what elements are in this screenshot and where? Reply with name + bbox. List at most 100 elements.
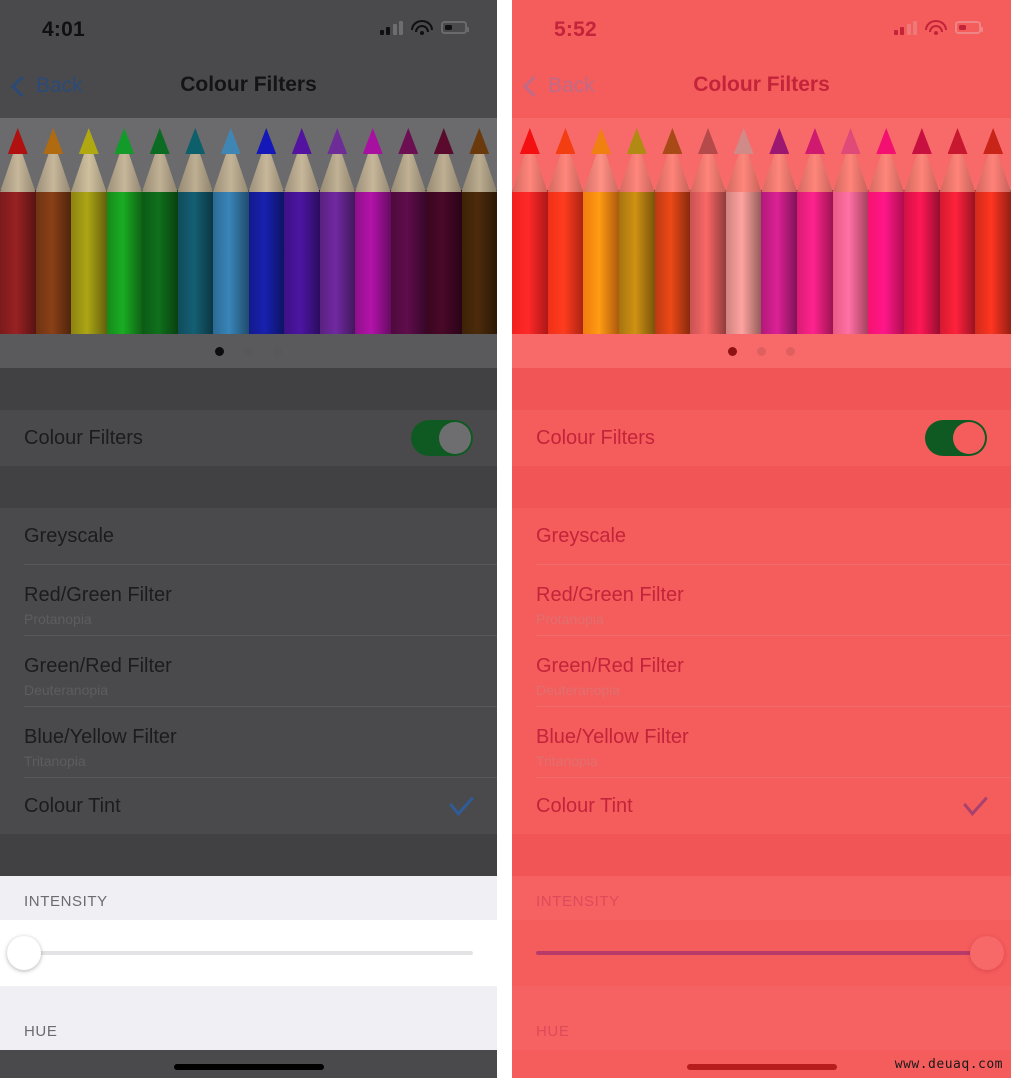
battery-icon	[441, 21, 469, 34]
pencil-10	[319, 118, 355, 368]
section-gap-mid	[512, 466, 1011, 508]
pencil-tip	[114, 128, 135, 154]
wifi-icon	[925, 20, 947, 35]
pencil-2	[35, 118, 71, 368]
status-bar-time: 4:01	[42, 18, 85, 41]
pencil-tip	[626, 128, 647, 154]
pencil-12	[390, 118, 426, 368]
pencil-4	[106, 118, 142, 368]
page-dot-1[interactable]	[215, 346, 224, 356]
pencil-9	[797, 118, 833, 368]
pencil-tip	[469, 128, 490, 154]
battery-level	[958, 24, 966, 31]
home-indicator-bar	[0, 1050, 497, 1078]
slider-section-label: INTENSITY	[536, 893, 620, 910]
pencil-tip	[78, 128, 99, 154]
pencil-14	[975, 118, 1011, 368]
checkmark-icon	[449, 788, 477, 816]
filter-option-row[interactable]: Blue/Yellow Filter Tritanopia	[512, 707, 1011, 777]
filter-option-row[interactable]: Green/Red Filter Deuteranopia	[0, 636, 497, 706]
filter-option-title: Red/Green Filter	[536, 583, 684, 606]
slider-fill	[536, 951, 987, 955]
pencil-tip	[947, 128, 968, 154]
pencil-tip	[43, 128, 64, 154]
slider-track[interactable]	[7, 936, 473, 970]
slider-section-header: INTENSITY	[512, 876, 1011, 920]
filter-option-row[interactable]: Green/Red Filter Deuteranopia	[512, 636, 1011, 706]
phone-screen-left: 4:01 Back Colour Filters Colour Filters Grey…	[0, 0, 497, 1078]
slider-row[interactable]	[0, 920, 497, 986]
nav-bar: Back Colour Filters	[0, 62, 497, 118]
pencil-tip	[7, 128, 28, 154]
pencil-1	[512, 118, 548, 368]
page-dot-3[interactable]	[786, 346, 795, 356]
page-indicator	[512, 334, 1011, 368]
pencil-tip	[220, 128, 241, 154]
preview-image	[0, 118, 497, 368]
status-bar: 5:52	[512, 0, 1011, 62]
nav-bar: Back Colour Filters	[512, 62, 1011, 118]
pencil-4	[618, 118, 655, 368]
filter-option-subtitle: Deuteranopia	[24, 681, 109, 698]
checkmark-glyph	[963, 788, 988, 816]
filter-option-row[interactable]: Red/Green Filter Protanopia	[0, 565, 497, 635]
pencil-tip	[327, 128, 348, 154]
pencil-5	[142, 118, 178, 368]
page-dot-2[interactable]	[757, 346, 766, 356]
pencil-13	[939, 118, 976, 368]
section-gap-mid	[0, 466, 497, 508]
page-dot-1[interactable]	[728, 346, 737, 356]
status-bar-time: 5:52	[554, 18, 597, 41]
phone-screen-right: 5:52 Back Colour Filters Colour Filters Grey…	[512, 0, 1011, 1078]
wifi-icon	[411, 20, 433, 35]
pencil-row	[0, 118, 497, 368]
home-indicator[interactable]	[173, 1064, 324, 1070]
slider-track[interactable]	[536, 936, 1004, 970]
filter-option-title: Blue/Yellow Filter	[536, 725, 689, 748]
colour-filters-toggle[interactable]	[925, 420, 987, 456]
pencil-8	[761, 118, 798, 368]
pencil-11	[355, 118, 391, 368]
pencil-tip	[911, 128, 932, 154]
pencil-tip	[149, 128, 170, 154]
filter-option-row[interactable]: Colour Tint	[512, 778, 1011, 834]
filter-option-title: Green/Red Filter	[24, 654, 172, 677]
pencil-tip	[591, 128, 612, 154]
section-gap-top	[0, 368, 497, 410]
filter-option-row[interactable]: Red/Green Filter Protanopia	[512, 565, 1011, 635]
checkmark-icon	[963, 788, 991, 816]
colour-filters-toggle[interactable]	[411, 420, 473, 456]
page-dot-3[interactable]	[273, 346, 282, 356]
pencil-tip	[698, 128, 719, 154]
slider-section-header: HUE	[0, 986, 497, 1050]
pencil-tip	[662, 128, 683, 154]
colour-filters-toggle-row[interactable]: Colour Filters	[512, 410, 1011, 466]
pencil-7	[213, 118, 249, 368]
filter-option-row[interactable]: Blue/Yellow Filter Tritanopia	[0, 707, 497, 777]
pencil-3	[71, 118, 107, 368]
filter-option-subtitle: Tritanopia	[536, 752, 598, 769]
pencil-10	[832, 118, 869, 368]
slider-row[interactable]	[512, 920, 1011, 986]
pencil-tip	[185, 128, 206, 154]
home-indicator[interactable]	[686, 1064, 837, 1070]
pencil-14	[461, 118, 497, 368]
filter-option-row[interactable]: Colour Tint	[0, 778, 497, 834]
filter-option-title: Green/Red Filter	[536, 654, 684, 677]
cellular-signal-icon	[893, 20, 917, 35]
pencil-tip	[983, 128, 1004, 154]
slider-thumb[interactable]	[7, 936, 41, 970]
status-bar-indicators	[893, 20, 983, 35]
slider-thumb[interactable]	[970, 936, 1004, 970]
pencil-tip	[398, 128, 419, 154]
status-bar-indicators	[379, 20, 469, 35]
slider-section-label: HUE	[536, 1023, 570, 1040]
filter-option-row[interactable]: Greyscale	[512, 508, 1011, 564]
page-title: Colour Filters	[693, 73, 830, 96]
filter-option-title: Colour Tint	[24, 794, 121, 817]
pencil-13	[426, 118, 462, 368]
filter-option-row[interactable]: Greyscale	[0, 508, 497, 564]
pencil-6	[177, 118, 213, 368]
colour-filters-toggle-row[interactable]: Colour Filters	[0, 410, 497, 466]
page-dot-2[interactable]	[244, 346, 253, 356]
